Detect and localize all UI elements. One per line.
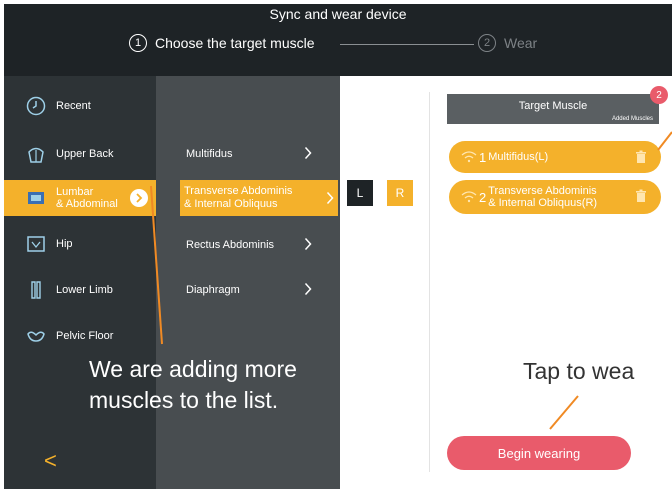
callout-line-right [549, 395, 579, 430]
callout-lines [150, 131, 672, 430]
annotation-tap-to-wear: Tap to wea [523, 358, 635, 384]
annotation-adding-muscles: We are adding more muscles to the list. [89, 356, 297, 413]
callout-line-top [657, 131, 672, 151]
app-frame: Sync and wear device 1 Choose the target… [4, 4, 672, 489]
callout-line-left [150, 185, 163, 345]
